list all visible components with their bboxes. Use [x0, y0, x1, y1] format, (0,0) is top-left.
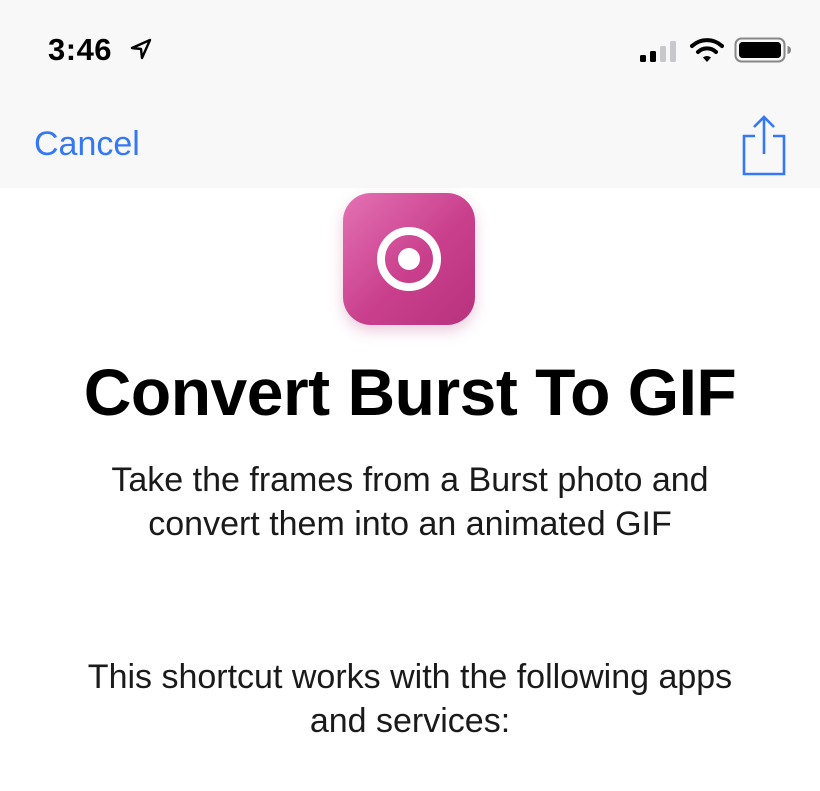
shortcut-title: Convert Burst To GIF [83, 355, 737, 429]
status-bar: 3:46 [0, 0, 820, 98]
target-icon [377, 227, 441, 291]
cellular-signal-icon [640, 41, 676, 62]
status-time: 3:46 [48, 32, 113, 67]
wifi-icon [690, 38, 724, 62]
share-icon[interactable] [738, 114, 790, 176]
battery-icon [734, 37, 791, 63]
shortcut-description: Take the frames from a Burst photo and c… [111, 461, 709, 543]
navigation-bar: Cancel [0, 98, 820, 188]
compatibility-text: This shortcut works with the following a… [87, 658, 733, 740]
location-arrow-icon [130, 38, 152, 60]
shortcut-app-icon [343, 193, 475, 325]
cancel-button[interactable]: Cancel [34, 124, 140, 164]
